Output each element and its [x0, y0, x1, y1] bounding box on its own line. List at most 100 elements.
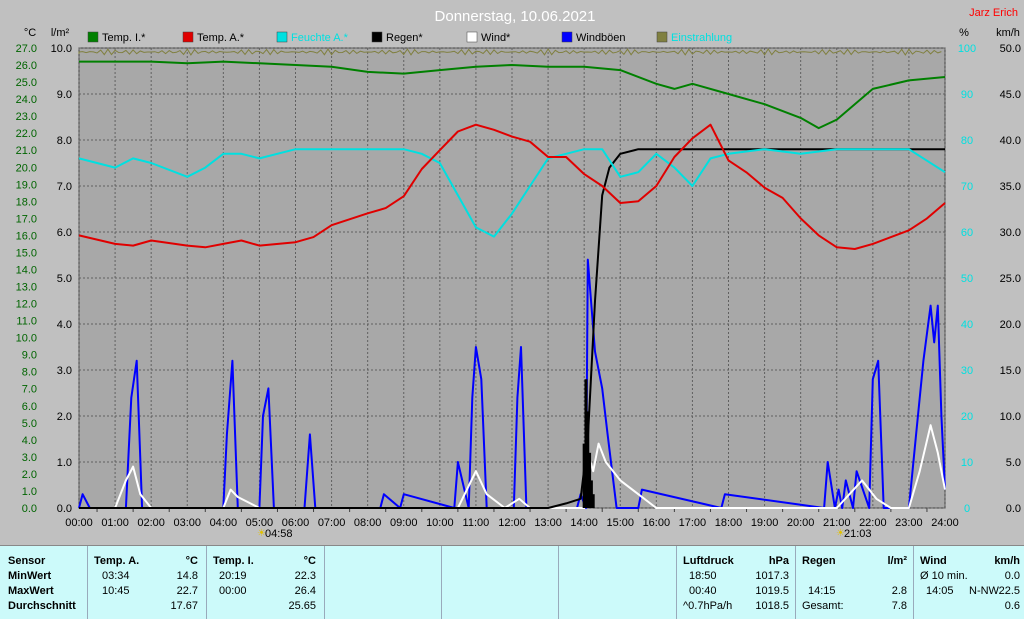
- rain-tick-label: 6.0: [57, 227, 72, 239]
- stats-temp-i: Temp. I. °C 20:19 22.3 00:00 26.4 25.65: [207, 546, 325, 619]
- x-tick-label: 00:00: [65, 517, 93, 529]
- x-tick-label: 17:00: [679, 517, 707, 529]
- x-tick-label: 15:00: [606, 517, 634, 529]
- druck-min: 1017.3: [755, 570, 789, 582]
- legend-label-4: Wind*: [481, 32, 511, 44]
- temp-tick-label: 1.0: [22, 486, 37, 498]
- wind-tick-label: 45.0: [1000, 89, 1021, 101]
- rain-tick-label: 9.0: [57, 89, 72, 101]
- temp-tick-label: 26.0: [16, 60, 37, 72]
- legend-swatch-5: [561, 31, 573, 43]
- x-tick-label: 18:00: [715, 517, 743, 529]
- druck-max-time: 00:40: [689, 585, 717, 597]
- temp-axis-unit: °C: [24, 27, 36, 39]
- sunset-label: 21:03: [844, 528, 872, 540]
- stats-empty-1: [325, 546, 442, 619]
- temp-tick-label: 23.0: [16, 111, 37, 123]
- wind-tick-label: 30.0: [1000, 227, 1021, 239]
- weather-chart: Donnerstag, 10.06.2021 Jarz Erich Temp. …: [0, 0, 1024, 545]
- humidity-tick-label: 90: [961, 89, 973, 101]
- humidity-tick-label: 40: [961, 319, 973, 331]
- druck-avg: 1018.5: [755, 600, 789, 612]
- legend-swatch-6: [656, 31, 668, 43]
- rain-tick-label: 2.0: [57, 411, 72, 423]
- temp-tick-label: 21.0: [16, 145, 37, 157]
- temp-tick-label: 24.0: [16, 94, 37, 106]
- humidity-tick-label: 50: [961, 273, 973, 285]
- temp-tick-label: 25.0: [16, 77, 37, 89]
- regen-max: 2.8: [891, 585, 907, 597]
- regen-header: Regen: [802, 555, 836, 567]
- temp-tick-label: 3.0: [22, 452, 37, 464]
- stats-wind: Wind km/h Ø 10 min. 0.0 14:05 N-NW 22.5 …: [914, 546, 1024, 619]
- temp-tick-label: 27.0: [16, 43, 37, 55]
- wind-tick-label: 25.0: [1000, 273, 1021, 285]
- wind-tick-label: 0.0: [1006, 503, 1021, 515]
- wind-tick-label: 10.0: [1000, 411, 1021, 423]
- druck-max: 1019.5: [755, 585, 789, 597]
- temp-tick-label: 19.0: [16, 179, 37, 191]
- rain-tick-label: 1.0: [57, 457, 72, 469]
- temp-tick-label: 4.0: [22, 435, 37, 447]
- temp-tick-label: 7.0: [22, 384, 37, 396]
- row-minwert: MinWert: [8, 570, 52, 582]
- temp-tick-label: 6.0: [22, 401, 37, 413]
- regen-unit: l/m²: [887, 555, 907, 567]
- rain-tick-label: 3.0: [57, 365, 72, 377]
- ta-max-time: 10:45: [102, 585, 130, 597]
- x-tick-label: 08:00: [354, 517, 382, 529]
- x-tick-label: 07:00: [318, 517, 346, 529]
- x-tick-label: 13:00: [534, 517, 562, 529]
- legend-label-2: Feuchte A.*: [291, 32, 349, 44]
- x-axis: 00:00 01:00 02:00 03:00 04:00 05:00 06:00 07:00…: [65, 517, 959, 529]
- temp-tick-label: 11.0: [16, 316, 37, 328]
- ta-max: 22.7: [176, 585, 198, 597]
- ta-min: 14.8: [176, 570, 198, 582]
- ta-header: Temp. A.: [94, 555, 140, 567]
- ta-min-time: 03:34: [102, 570, 130, 582]
- temp-tick-label: 20.0: [16, 162, 37, 174]
- rain-tick-label: 8.0: [57, 135, 72, 147]
- stats-labels: Sensor MinWert MaxWert Durchschnitt: [0, 546, 88, 619]
- rain-tick-label: 10.0: [51, 43, 72, 55]
- x-tick-label: 11:00: [463, 517, 490, 529]
- humidity-tick-label: 20: [961, 411, 973, 423]
- druck-unit: hPa: [768, 555, 789, 567]
- x-tick-label: 09:00: [390, 517, 418, 529]
- wind-avg: 0.0: [1004, 570, 1020, 582]
- ti-min: 22.3: [294, 570, 316, 582]
- x-tick-label: 14:00: [570, 517, 598, 529]
- rain-tick-label: 7.0: [57, 181, 72, 193]
- temp-tick-label: 14.0: [16, 264, 37, 276]
- temp-tick-label: 22.0: [16, 128, 37, 140]
- temp-tick-label: 12.0: [16, 299, 37, 311]
- ti-min-time: 20:19: [219, 570, 247, 582]
- chart-title: Donnerstag, 10.06.2021: [435, 8, 596, 25]
- temp-tick-label: 0.0: [22, 503, 37, 515]
- rain-axis-unit: l/m²: [51, 27, 70, 39]
- humidity-tick-label: 70: [961, 181, 973, 193]
- wind-max: 22.5: [998, 585, 1020, 597]
- x-tick-label: 01:00: [101, 517, 129, 529]
- temp-tick-label: 8.0: [22, 367, 37, 379]
- x-tick-label: 12:00: [498, 517, 526, 529]
- legend-label-0: Temp. I.*: [102, 32, 146, 44]
- humidity-tick-label: 30: [961, 365, 973, 377]
- rain-tick-label: 0.0: [57, 503, 72, 515]
- temp-tick-label: 5.0: [22, 418, 37, 430]
- humidity-tick-label: 10: [961, 457, 973, 469]
- sensor-header: Sensor: [8, 555, 46, 567]
- rain-tick-label: 5.0: [57, 273, 72, 285]
- wind-max-dir: N-NW: [969, 585, 999, 597]
- humidity-tick-label: 0: [964, 503, 970, 515]
- legend-swatch-2: [276, 31, 288, 43]
- druck-trend: ^0.7hPa/h: [683, 600, 733, 612]
- temp-tick-label: 16.0: [16, 230, 37, 242]
- x-tick-label: 24:00: [931, 517, 959, 529]
- humidity-tick-label: 100: [958, 43, 976, 55]
- legend-label-5: Windböen: [576, 32, 626, 44]
- wind-tick-label: 40.0: [1000, 135, 1021, 147]
- humidity-axis-unit: %: [959, 27, 969, 39]
- wind-max-time: 14:05: [926, 585, 954, 597]
- wind-tick-label: 20.0: [1000, 319, 1021, 331]
